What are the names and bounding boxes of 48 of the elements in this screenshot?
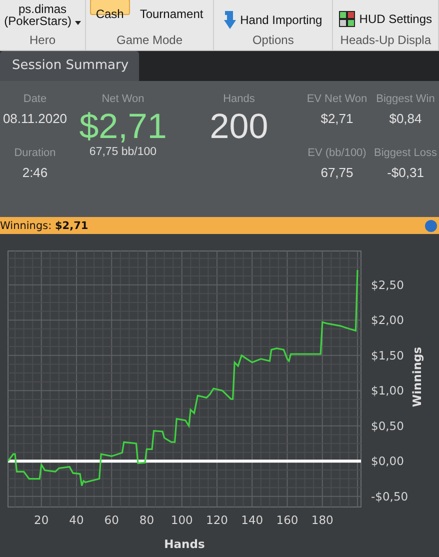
help-icon[interactable] <box>425 220 437 232</box>
stat-label: Duration <box>14 146 56 160</box>
y-tick-label: $0,00 <box>371 454 404 468</box>
stat-label: EV Net Won <box>306 92 368 106</box>
y-tick-label: $1,50 <box>371 348 404 362</box>
group-label: Options <box>252 32 294 49</box>
net-won-value: $2,71 <box>79 108 167 146</box>
stat-value: $2,71 <box>320 111 354 127</box>
winnings-total: Winnings: $2,71 <box>0 220 88 232</box>
stat-value: 67,75 <box>320 165 354 181</box>
hero-selector[interactable]: ps.dimas (PokerStars) <box>4 3 81 27</box>
x-tick-label: 160 <box>276 513 298 527</box>
stat-value: 08.11.2020 <box>2 111 68 127</box>
down-arrow-icon <box>224 11 236 29</box>
x-tick-label: 40 <box>69 513 84 527</box>
x-tick-label: 140 <box>241 513 264 527</box>
hud-grid-icon <box>339 11 356 27</box>
x-axis-title: Hands <box>164 537 205 551</box>
stat-label: Biggest Win <box>376 92 435 106</box>
stat-value: $0,84 <box>389 111 422 127</box>
command-button[interactable]: Hand Importing <box>240 13 322 27</box>
y-tick-label: $0,50 <box>371 418 404 433</box>
stat-label: Date <box>23 92 47 106</box>
y-tick-label: -$0,50 <box>371 489 408 504</box>
y-tick-label: $2,50 <box>371 278 404 292</box>
x-tick-label: 60 <box>104 513 119 527</box>
stat-value: 2:46 <box>22 165 48 181</box>
stat-label: EV (bb/100) <box>308 146 366 160</box>
y-tick-label: $2,00 <box>371 313 404 328</box>
y-axis-title: Winnings <box>410 346 424 408</box>
stat-value: -$0,31 <box>387 165 424 181</box>
y-tick-label: $1,00 <box>371 384 404 398</box>
x-tick-label: 180 <box>311 513 334 527</box>
stat-label: Hands <box>223 92 255 106</box>
x-tick-label: 20 <box>34 513 49 527</box>
hands-value: 200 <box>210 108 268 146</box>
bb-rate: 67,75 bb/100 <box>89 146 157 158</box>
command-button[interactable]: HUD Settings <box>359 12 432 26</box>
group-label: Hero <box>29 32 56 49</box>
x-tick-label: 120 <box>206 513 228 527</box>
caret-icon <box>74 21 81 25</box>
x-tick-label: 80 <box>139 513 154 527</box>
x-tick-label: 100 <box>170 513 193 527</box>
stat-label: Net Won <box>102 92 144 106</box>
group-label: Game Mode <box>116 32 183 49</box>
group-label: Heads-Up Displa <box>340 32 431 49</box>
stat-label: Biggest Loss <box>374 146 437 160</box>
session-summary-tab[interactable]: Session Summary <box>0 51 139 81</box>
